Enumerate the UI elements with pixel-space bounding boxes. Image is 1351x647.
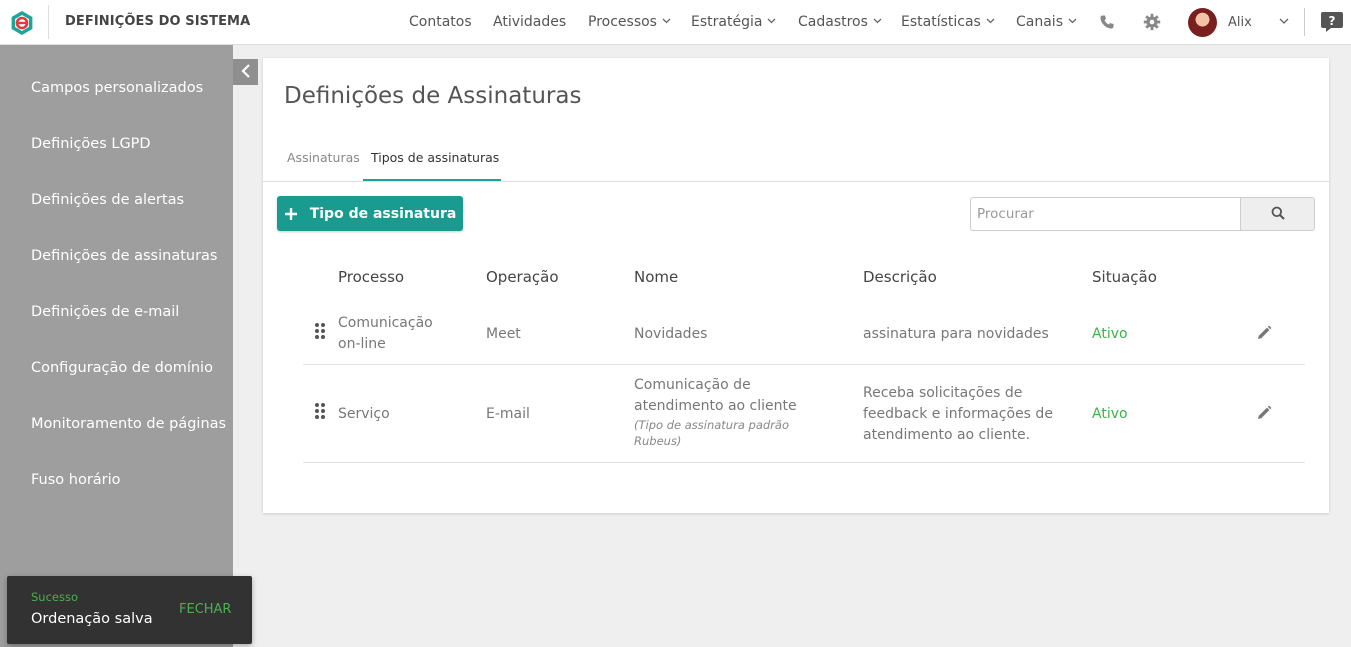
sidebar-item-definicoes-assinaturas[interactable]: Definições de assinaturas <box>31 248 217 264</box>
chevron-down-icon <box>1068 17 1077 27</box>
row-divider <box>303 364 1305 365</box>
top-navigation-bar: DEFINIÇÕES DO SISTEMA Contatos Atividade… <box>0 0 1351 45</box>
nav-canais[interactable]: Canais <box>1016 14 1077 30</box>
header-divider <box>48 5 49 39</box>
sidebar-item-definicoes-lgpd[interactable]: Definições LGPD <box>31 136 151 152</box>
cell-processo: Comunicação on-line <box>338 315 433 352</box>
column-header-operacao: Operação <box>486 268 559 286</box>
nav-estrategia[interactable]: Estratégia <box>691 14 776 30</box>
nav-atividades[interactable]: Atividades <box>493 14 566 30</box>
nav-contatos[interactable]: Contatos <box>409 14 472 30</box>
chevron-down-icon <box>662 17 671 27</box>
add-subscription-type-button[interactable]: Tipo de assinatura <box>277 196 463 231</box>
cell-nome-text: Comunicação de atendimento ao cliente <box>634 377 797 414</box>
tab-tipos-de-assinaturas[interactable]: Tipos de assinaturas <box>371 150 499 165</box>
sidebar-item-configuracao-dominio[interactable]: Configuração de domínio <box>31 360 213 376</box>
nav-label: Contatos <box>409 14 472 30</box>
cell-nome: Novidades <box>634 326 708 342</box>
sidebar-item-campos-personalizados[interactable]: Campos personalizados <box>31 80 203 96</box>
cell-operacao: E-mail <box>486 406 530 422</box>
search-input[interactable] <box>970 197 1241 231</box>
cell-descricao: Receba solicitações de feedback e inform… <box>863 385 1053 443</box>
chevron-down-icon <box>767 17 776 27</box>
nav-estatisticas[interactable]: Estatísticas <box>901 14 995 30</box>
toast-type: Sucesso <box>31 590 79 604</box>
nav-label: Canais <box>1016 14 1063 30</box>
cell-operacao: Meet <box>486 326 521 342</box>
gear-icon[interactable] <box>1141 11 1163 33</box>
chevron-left-icon <box>240 63 251 82</box>
status-badge: Ativo <box>1092 406 1128 422</box>
collapse-sidebar-button[interactable] <box>233 59 258 85</box>
chevron-down-icon[interactable] <box>1279 16 1289 27</box>
sidebar-item-monitoramento-paginas[interactable]: Monitoramento de páginas <box>31 416 226 432</box>
app-title: DEFINIÇÕES DO SISTEMA <box>65 14 251 29</box>
plus-icon <box>284 204 298 224</box>
drag-handle-icon[interactable] <box>314 322 326 340</box>
svg-text:?: ? <box>1329 14 1336 28</box>
column-header-processo: Processo <box>338 268 405 286</box>
add-button-label: Tipo de assinatura <box>309 205 457 222</box>
settings-sidebar: Campos personalizados Definições LGPD De… <box>0 45 233 647</box>
column-header-situacao: Situação <box>1092 268 1157 286</box>
page-title: Definições de Assinaturas <box>284 83 582 109</box>
chevron-down-icon <box>873 17 882 27</box>
sidebar-item-fuso-horario[interactable]: Fuso horário <box>31 472 121 488</box>
app-logo-icon[interactable] <box>8 9 36 37</box>
success-toast: Sucesso Ordenação salva FECHAR <box>7 576 252 644</box>
search-button[interactable] <box>1240 197 1315 231</box>
nav-label: Processos <box>588 14 657 30</box>
edit-pencil-icon[interactable] <box>1255 404 1273 422</box>
edit-pencil-icon[interactable] <box>1255 324 1273 342</box>
header-divider <box>1304 8 1305 36</box>
nav-processos[interactable]: Processos <box>588 14 671 30</box>
avatar[interactable] <box>1188 8 1217 37</box>
cell-nome-hint: (Tipo de assinatura padrão Rubeus) <box>634 418 789 448</box>
tabs-divider <box>263 181 1329 182</box>
nav-label: Estatísticas <box>901 14 981 30</box>
cell-descricao: assinatura para novidades <box>863 326 1049 342</box>
tab-assinaturas[interactable]: Assinaturas <box>287 150 360 165</box>
phone-icon[interactable] <box>1096 11 1118 33</box>
main-card: Definições de Assinaturas Assinaturas Ti… <box>263 58 1329 513</box>
chevron-down-icon <box>986 17 995 27</box>
sidebar-item-definicoes-alertas[interactable]: Definições de alertas <box>31 192 184 208</box>
column-header-nome: Nome <box>634 268 679 286</box>
nav-label: Estratégia <box>691 14 763 30</box>
toast-close-button[interactable]: FECHAR <box>179 602 231 617</box>
cell-nome: Comunicação de atendimento ao cliente (T… <box>634 375 814 449</box>
search-icon <box>1271 205 1285 224</box>
help-icon[interactable]: ? <box>1319 11 1345 33</box>
toast-message: Ordenação salva <box>31 611 153 627</box>
cell-processo: Serviço <box>338 406 390 422</box>
nav-label: Cadastros <box>798 14 868 30</box>
status-badge: Ativo <box>1092 326 1128 342</box>
nav-cadastros[interactable]: Cadastros <box>798 14 882 30</box>
column-header-descricao: Descrição <box>863 268 937 286</box>
sidebar-item-definicoes-email[interactable]: Definições de e-mail <box>31 304 179 320</box>
user-name: Alix <box>1228 15 1252 30</box>
row-divider <box>303 462 1305 463</box>
nav-label: Atividades <box>493 14 567 30</box>
drag-handle-icon[interactable] <box>314 402 326 420</box>
